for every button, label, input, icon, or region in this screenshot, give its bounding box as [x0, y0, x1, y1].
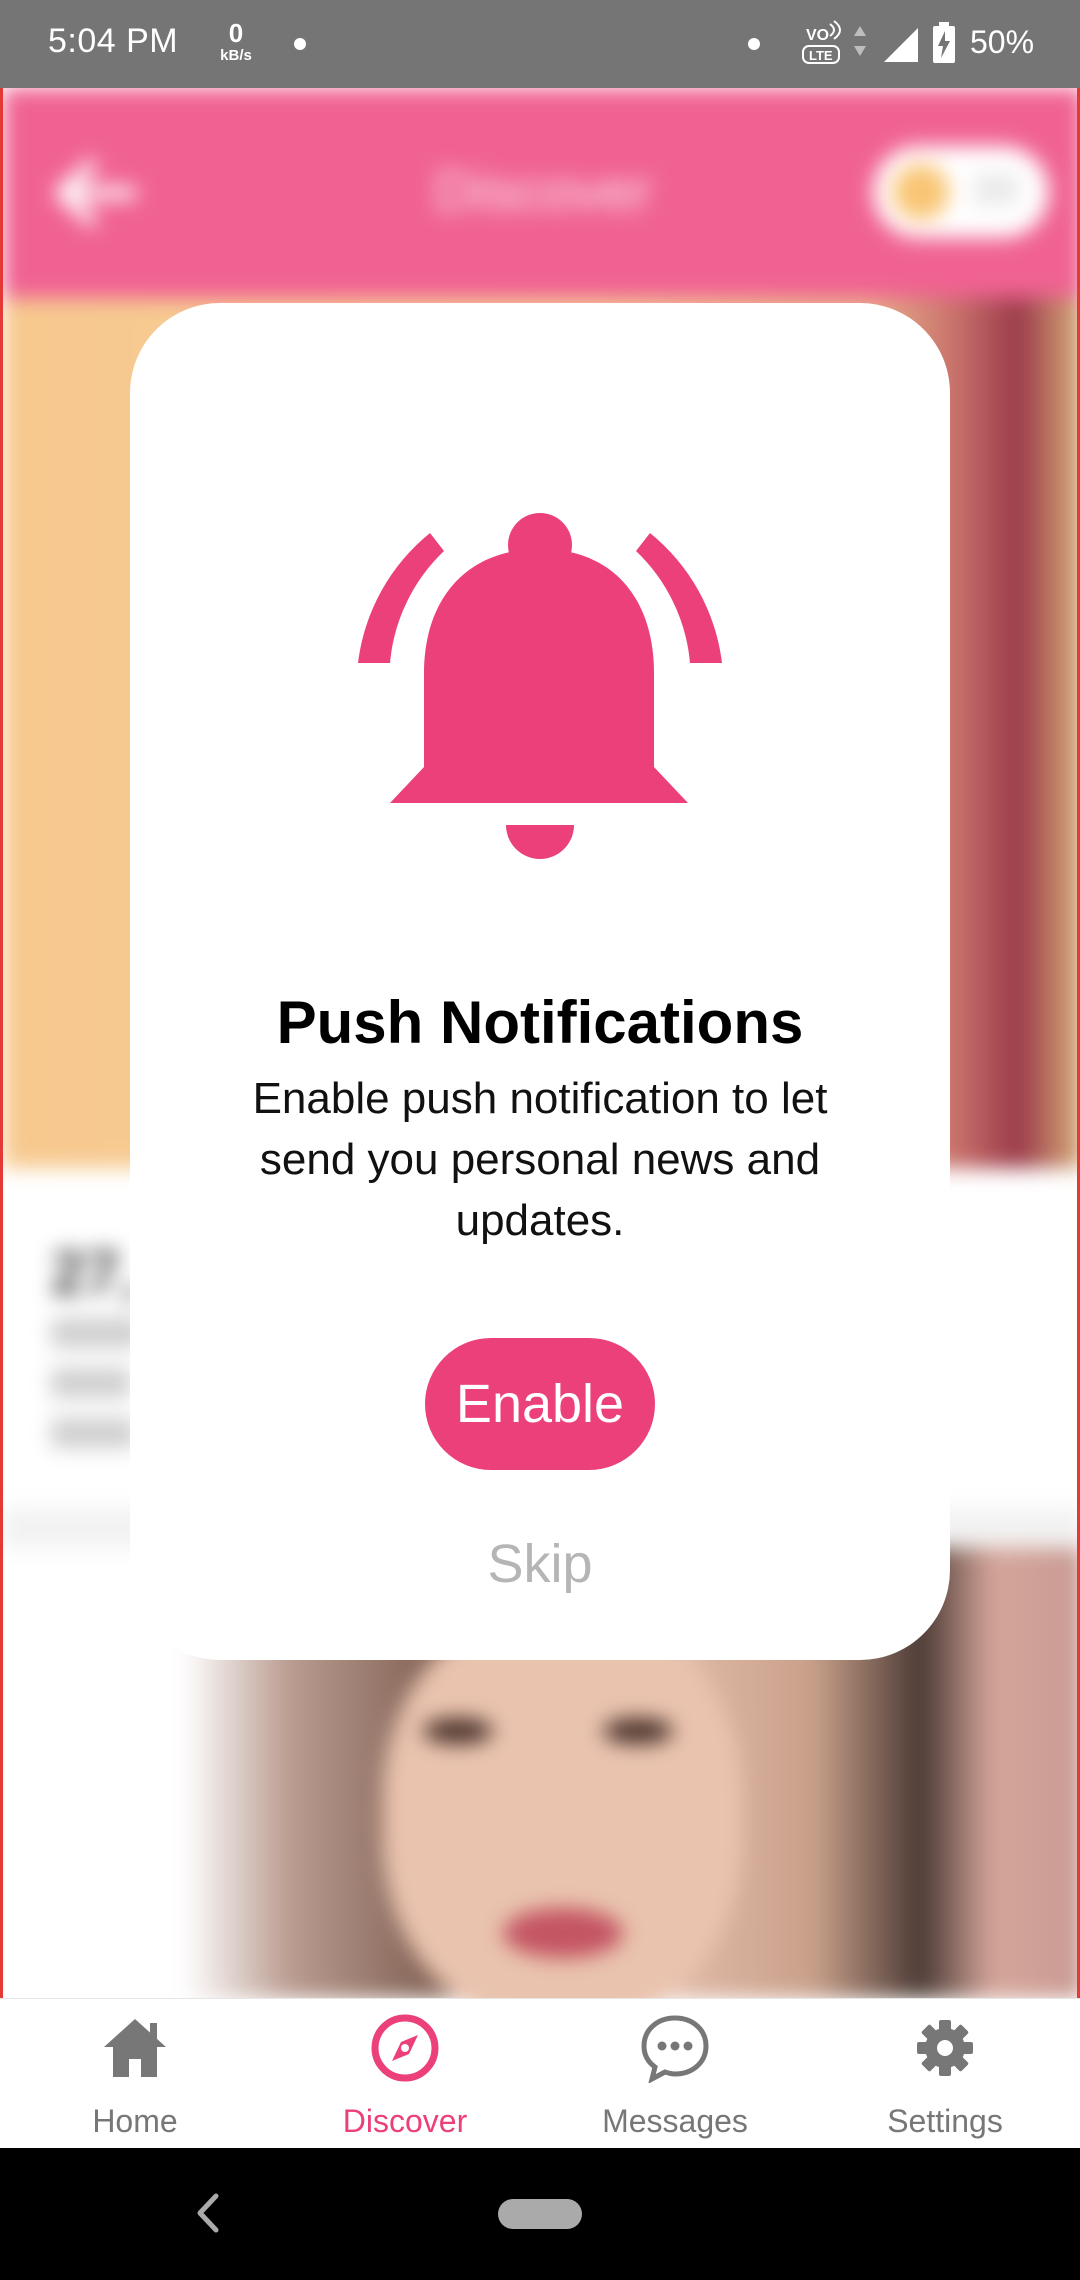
status-time: 5:04 PM: [48, 22, 179, 60]
profile-detail-line: [51, 1418, 136, 1448]
battery-percent: 50%: [970, 24, 1035, 60]
nav-label-settings: Settings: [887, 2103, 1003, 2139]
system-back-icon[interactable]: [190, 2188, 226, 2238]
profile-detail-line: [51, 1368, 131, 1398]
dialog-description: Enable push notification to let send you…: [252, 1074, 828, 1245]
compass-icon: [371, 2014, 439, 2082]
volte-lte-icon: VO LTE: [802, 20, 841, 64]
nav-item-home[interactable]: Home: [0, 1999, 270, 2149]
push-notification-dialog: Push Notifications Enable push notificat…: [130, 303, 950, 1660]
dialog-title: Push Notifications: [276, 989, 804, 1056]
battery-charging-icon: [933, 22, 955, 63]
profile-detail-line: [51, 1318, 141, 1348]
nav-item-settings[interactable]: Settings: [810, 1999, 1080, 2149]
nav-label-messages: Messages: [602, 2103, 748, 2139]
svg-text:VO: VO: [806, 27, 829, 44]
data-rate-value: 0: [228, 18, 244, 48]
status-bar: 5:04 PM 0 kB/s VO LTE 50%: [0, 0, 1080, 88]
nav-label-discover: Discover: [342, 2103, 468, 2139]
coin-icon: [893, 164, 949, 220]
dot-icon: [294, 38, 306, 50]
skip-button[interactable]: Skip: [390, 1533, 690, 1595]
data-rate-unit: kB/s: [220, 47, 252, 64]
data-arrows-icon: [854, 26, 866, 56]
photo-eye: [603, 1718, 673, 1744]
enable-button[interactable]: Enable: [425, 1338, 655, 1470]
bell-icon: [358, 513, 722, 859]
system-home-pill[interactable]: [498, 2199, 582, 2229]
signal-icon: [884, 28, 918, 62]
gear-icon: [917, 2020, 973, 2076]
nav-item-discover[interactable]: Discover: [270, 1999, 540, 2149]
bottom-navigation: Home Discover Messages Settings: [0, 1998, 1080, 2148]
photo-lips: [503, 1908, 623, 1958]
nav-item-messages[interactable]: Messages: [540, 1999, 810, 2149]
nav-label-home: Home: [92, 2103, 178, 2139]
svg-text:LTE: LTE: [809, 48, 833, 63]
dot-icon: [748, 38, 760, 50]
chat-bubble-icon: [641, 2015, 709, 2083]
profile-name: 27,: [51, 1239, 138, 1308]
system-navigation-bar: [0, 2148, 1080, 2280]
home-icon: [104, 2019, 166, 2077]
data-rate: 0 kB/s: [214, 20, 258, 63]
photo-eye: [423, 1718, 493, 1744]
coin-balance[interactable]: 20: [873, 146, 1049, 238]
app-header: Discover 20: [3, 88, 1077, 298]
coin-count: 20: [973, 168, 1018, 212]
